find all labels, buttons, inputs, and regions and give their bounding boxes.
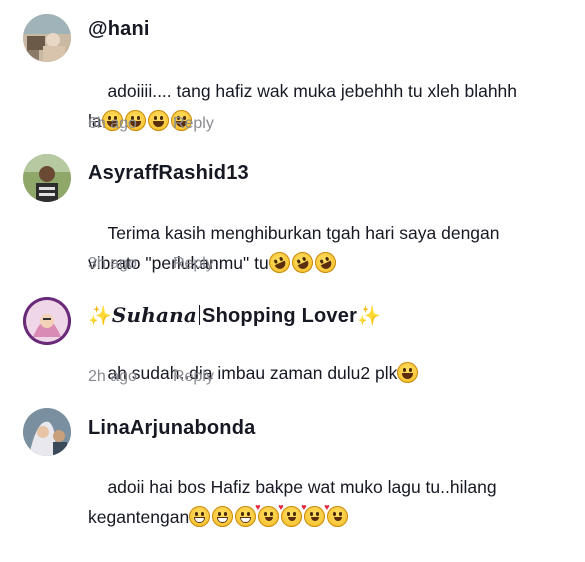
avatar[interactable] xyxy=(23,408,71,456)
reply-button[interactable]: Reply xyxy=(173,368,214,385)
comment-item: AsyraffRashid13 Terima kasih menghiburka… xyxy=(0,140,585,285)
smiling-hearts-emoji-icon: ♥ xyxy=(301,503,326,527)
comment-text-line: adoii hai bos Hafiz bakpe wat muko lagu … xyxy=(107,477,497,497)
comment-item: LinaArjunabonda adoii hai bos Hafiz bakp… xyxy=(0,400,585,527)
sparkle-icon: ✨ xyxy=(88,306,112,327)
rofl-emoji-icon xyxy=(311,248,340,277)
comment-meta: 6h ago Reply xyxy=(88,115,214,133)
avatar-image xyxy=(23,408,71,456)
username-separator xyxy=(199,305,201,325)
comment-username[interactable]: ✨Suhana Shopping Lover✨ xyxy=(88,303,381,328)
username-fancy: Suhana xyxy=(111,303,198,327)
comment-text-line: kegantengan xyxy=(88,507,190,527)
comment-item: @hani adoiiii.... tang hafiz wak muka je… xyxy=(0,0,585,140)
grinning-emoji-icon xyxy=(212,506,234,527)
avatar[interactable] xyxy=(23,297,71,345)
comment-text: adoii hai bos Hafiz bakpe wat muko lagu … xyxy=(88,442,558,562)
username-plain: Shopping Lover xyxy=(202,305,358,327)
avatar[interactable] xyxy=(23,154,71,202)
rofl-emoji-icon xyxy=(288,248,317,277)
comment-text-line: Terima kasih menghiburkan tgah hari saya… xyxy=(107,223,500,243)
rofl-emoji-icon xyxy=(265,248,294,277)
comment-username[interactable]: AsyraffRashid13 xyxy=(88,162,249,185)
comment-meta: 2h ago Reply xyxy=(88,368,214,386)
laughing-emoji-icon xyxy=(397,362,419,383)
avatar-image xyxy=(23,297,71,345)
smiling-hearts-emoji-icon: ♥ xyxy=(255,503,280,527)
comment-item: ✨Suhana Shopping Lover✨ ah sudah..dia imb… xyxy=(0,285,585,400)
comment-timestamp: 3h ago xyxy=(88,255,137,272)
avatar[interactable] xyxy=(23,14,71,62)
grinning-emoji-icon xyxy=(189,506,211,527)
comment-timestamp: 2h ago xyxy=(88,368,137,385)
comment-text-line: adoiiii.... tang hafiz wak muka jebehhh … xyxy=(107,81,518,101)
comment-timestamp: 6h ago xyxy=(88,115,137,132)
comment-username[interactable]: LinaArjunabonda xyxy=(88,417,255,440)
smiling-hearts-emoji-icon: ♥ xyxy=(324,503,349,527)
smiling-hearts-emoji-icon: ♥ xyxy=(278,503,303,527)
reply-button[interactable]: Reply xyxy=(173,255,214,272)
comment-username[interactable]: @hani xyxy=(88,18,150,41)
avatar-image xyxy=(23,154,71,202)
grinning-emoji-icon xyxy=(235,506,257,527)
comment-meta: 3h ago Reply xyxy=(88,255,214,273)
avatar-image xyxy=(23,14,71,62)
sparkle-icon: ✨ xyxy=(357,306,381,327)
reply-button[interactable]: Reply xyxy=(173,115,214,132)
